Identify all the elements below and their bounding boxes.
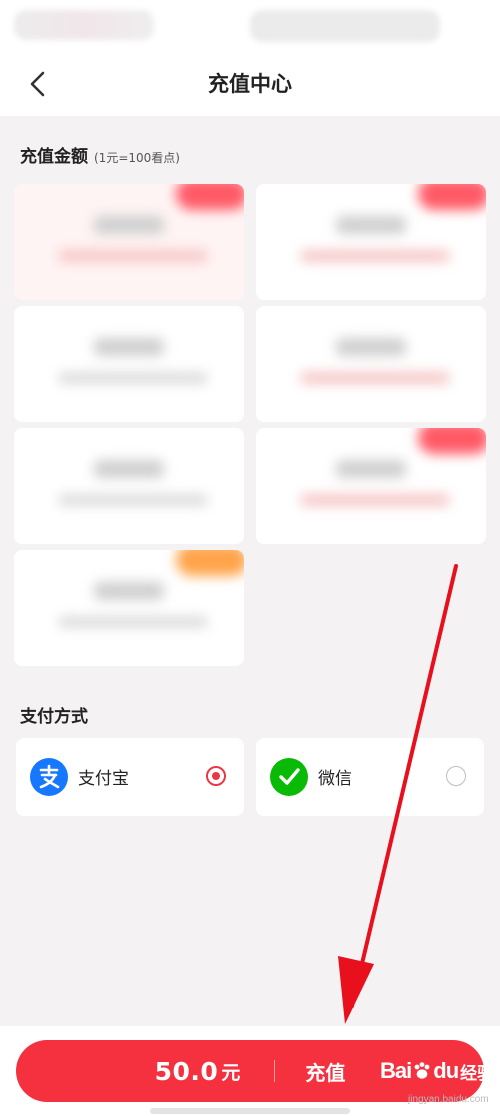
recharge-amount: 50.0 — [154, 1056, 219, 1086]
status-bar-blur-left — [14, 10, 154, 40]
recharge-amount-title: 充值金额 (1元=100看点) — [20, 142, 180, 167]
button-divider — [274, 1060, 276, 1082]
package-content — [256, 306, 486, 422]
recharge-amount-label: 充值金额 — [20, 147, 88, 167]
home-indicator[interactable] — [150, 1108, 350, 1114]
package-content — [14, 428, 244, 544]
package-card-2[interactable] — [256, 184, 486, 300]
status-bar — [0, 0, 500, 52]
wechat-radio[interactable] — [446, 766, 466, 786]
nav-bar: 充值中心 — [0, 52, 500, 116]
payment-option-wechat[interactable]: 微信 — [256, 738, 484, 816]
arrow-head — [338, 956, 374, 1024]
watermark-url: jingyan.baidu.com — [408, 1094, 489, 1105]
package-card-6[interactable] — [256, 428, 486, 544]
alipay-radio[interactable] — [206, 766, 226, 786]
package-card-1[interactable] — [14, 184, 244, 300]
wechat-icon — [270, 758, 308, 796]
payment-method-title: 支付方式 — [20, 707, 88, 727]
back-button[interactable] — [18, 64, 58, 104]
package-content — [14, 550, 244, 666]
currency-unit: 元 — [221, 1061, 241, 1084]
recharge-button-label: 充值 — [305, 1060, 346, 1085]
package-content — [14, 306, 244, 422]
package-content — [14, 184, 244, 300]
package-content — [256, 428, 486, 544]
status-bar-blur-right — [250, 10, 440, 42]
package-content — [256, 184, 486, 300]
package-card-7[interactable] — [14, 550, 244, 666]
package-card-4[interactable] — [256, 306, 486, 422]
package-card-3[interactable] — [14, 306, 244, 422]
rate-note: (1元=100看点) — [94, 151, 180, 165]
alipay-label: 支付宝 — [78, 769, 129, 789]
payment-option-alipay[interactable]: 支付宝 — [16, 738, 244, 816]
chevron-left-icon — [30, 71, 45, 97]
recharge-button[interactable]: 50.0 元 充值 — [16, 1040, 484, 1102]
page-title: 充值中心 — [208, 72, 292, 96]
alipay-icon — [30, 758, 68, 796]
package-card-5[interactable] — [14, 428, 244, 544]
wechat-label: 微信 — [318, 769, 352, 789]
